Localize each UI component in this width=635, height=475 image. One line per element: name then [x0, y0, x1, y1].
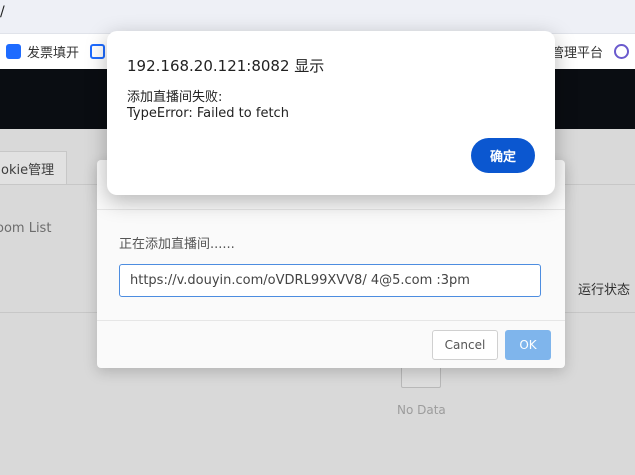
- bookmark-extension[interactable]: [614, 40, 629, 62]
- url-text: /: [0, 4, 5, 20]
- browser-alert-dialog: 192.168.20.121:8082 显示 添加直播间失败: TypeErro…: [107, 31, 555, 195]
- alert-message-line2: TypeError: Failed to fetch: [127, 106, 289, 121]
- bookmark-app-icon: [90, 43, 105, 59]
- alert-title: 192.168.20.121:8082 显示: [127, 57, 325, 75]
- bookmark-label: 管理平台: [551, 45, 604, 61]
- bookmark-label: 发票填开: [27, 45, 80, 61]
- invoice-icon: [6, 43, 21, 59]
- modal-header-divider: [97, 209, 565, 210]
- alert-message-line1: 添加直播间失败:: [127, 90, 223, 105]
- bookmark-invoice[interactable]: 发票填开: [6, 40, 79, 62]
- cancel-button[interactable]: Cancel: [432, 330, 498, 360]
- confirm-button[interactable]: 确定: [471, 138, 535, 173]
- address-bar[interactable]: /: [0, 0, 635, 34]
- bookmark-admin-platform[interactable]: 管理平台: [551, 40, 603, 62]
- modal-message: 正在添加直播间......: [119, 237, 235, 252]
- ok-button[interactable]: OK: [505, 330, 551, 360]
- room-url-input[interactable]: https://v.douyin.com/oVDRL99XVV8/ 4@5.co…: [119, 264, 541, 297]
- extension-icon: [614, 43, 629, 59]
- modal-footer-divider: [97, 320, 565, 321]
